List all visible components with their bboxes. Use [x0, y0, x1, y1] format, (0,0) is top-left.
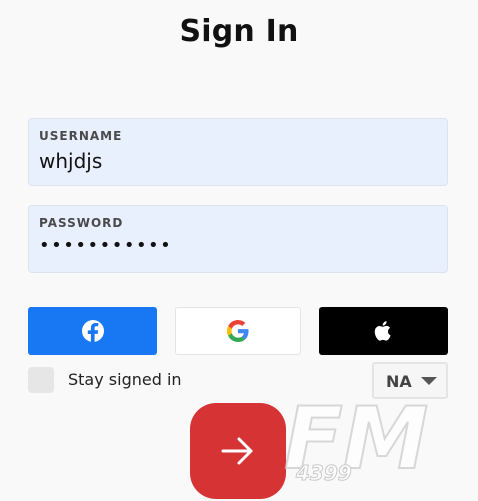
caret-down-icon [421, 377, 437, 385]
page-title: Sign In [179, 14, 299, 49]
stay-signed-in-label: Stay signed in [68, 370, 182, 389]
facebook-login-button[interactable] [28, 307, 157, 355]
google-login-button[interactable] [175, 307, 301, 355]
stay-signed-in-checkbox[interactable] [28, 367, 54, 393]
username-field[interactable]: USERNAME whjdjs [28, 118, 448, 186]
username-label: USERNAME [39, 129, 123, 143]
google-icon [227, 320, 249, 342]
fm-4399-watermark: FM 4399 [283, 388, 429, 488]
username-input[interactable]: whjdjs [39, 149, 102, 173]
password-input[interactable]: ••••••••••• [39, 235, 172, 256]
watermark-number: 4399 [295, 461, 352, 485]
password-label: PASSWORD [39, 216, 124, 230]
apple-login-button[interactable] [319, 307, 448, 355]
submit-button[interactable] [190, 403, 286, 499]
password-field[interactable]: PASSWORD ••••••••••• [28, 205, 448, 273]
facebook-icon [81, 320, 104, 343]
arrow-right-icon [221, 437, 253, 465]
apple-icon [374, 321, 391, 341]
